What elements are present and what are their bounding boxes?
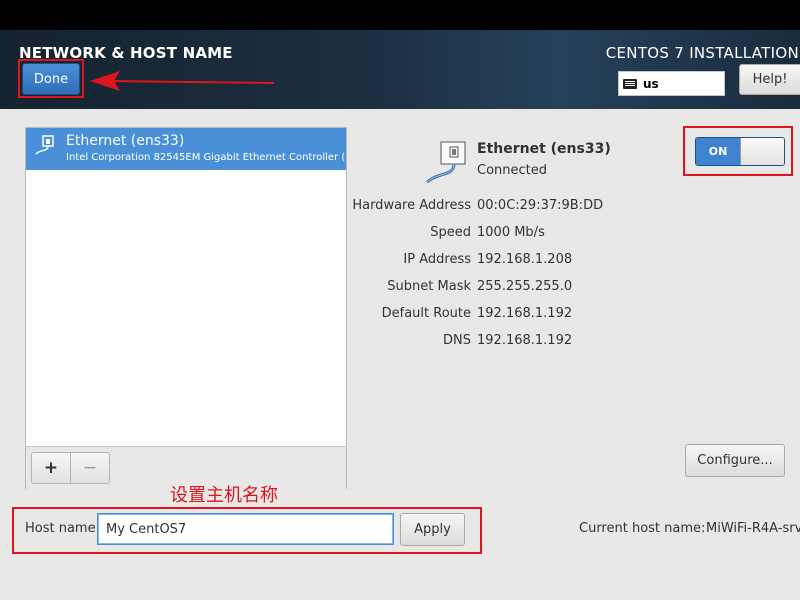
device-name: Ethernet (ens33) [477, 141, 611, 157]
network-device-list: Ethernet (ens33) Intel Corporation 82545… [25, 127, 347, 489]
hardware-address-value: 00:0C:29:37:9B:DD [477, 198, 604, 213]
toggle-knob[interactable] [740, 138, 784, 165]
hostname-label: Host name: [25, 521, 100, 536]
hardware-address-label: Hardware Address [352, 198, 471, 213]
default-route-value: 192.168.1.192 [477, 306, 573, 321]
keyboard-layout-indicator[interactable]: us [618, 71, 725, 96]
device-list-item[interactable]: Ethernet (ens33) Intel Corporation 82545… [26, 128, 346, 170]
hostname-input[interactable] [97, 513, 394, 545]
top-bar [0, 0, 800, 30]
configure-button[interactable]: Configure... [685, 444, 785, 477]
ethernet-device-icon [426, 141, 466, 184]
add-device-button[interactable]: + [31, 452, 71, 484]
annotation-text: 设置主机名称 [170, 485, 278, 506]
subnet-mask-label: Subnet Mask [387, 279, 471, 294]
done-highlight-box [18, 59, 84, 98]
device-list-item-description: Intel Corporation 82545EM Gigabit Ethern… [66, 152, 346, 163]
keyboard-layout-label: us [643, 76, 659, 91]
help-button[interactable]: Help! [739, 64, 800, 95]
current-hostname-label: Current host name: [579, 521, 706, 536]
ip-address-label: IP Address [403, 252, 471, 267]
header-bar: NETWORK & HOST NAME CENTOS 7 INSTALLATIO… [0, 30, 800, 109]
ip-address-value: 192.168.1.208 [477, 252, 573, 267]
device-list-item-name: Ethernet (ens33) [66, 133, 185, 149]
default-route-label: Default Route [381, 306, 471, 321]
subnet-mask-value: 255.255.255.0 [477, 279, 573, 294]
ethernet-icon [35, 135, 54, 155]
device-power-toggle[interactable]: ON [695, 137, 785, 166]
remove-device-button[interactable]: − [70, 452, 110, 484]
dns-label: DNS [443, 333, 471, 348]
dns-value: 192.168.1.192 [477, 333, 573, 348]
speed-value: 1000 Mb/s [477, 225, 545, 240]
current-hostname-value: MiWiFi-R4A-srv [706, 521, 800, 536]
annotation-arrow-icon [90, 71, 275, 91]
toggle-on-label: ON [696, 138, 740, 165]
speed-label: Speed [430, 225, 471, 240]
installation-title: CENTOS 7 INSTALLATION [605, 44, 799, 62]
device-status: Connected [477, 163, 548, 178]
keyboard-icon [623, 78, 637, 89]
apply-button[interactable]: Apply [400, 513, 465, 546]
